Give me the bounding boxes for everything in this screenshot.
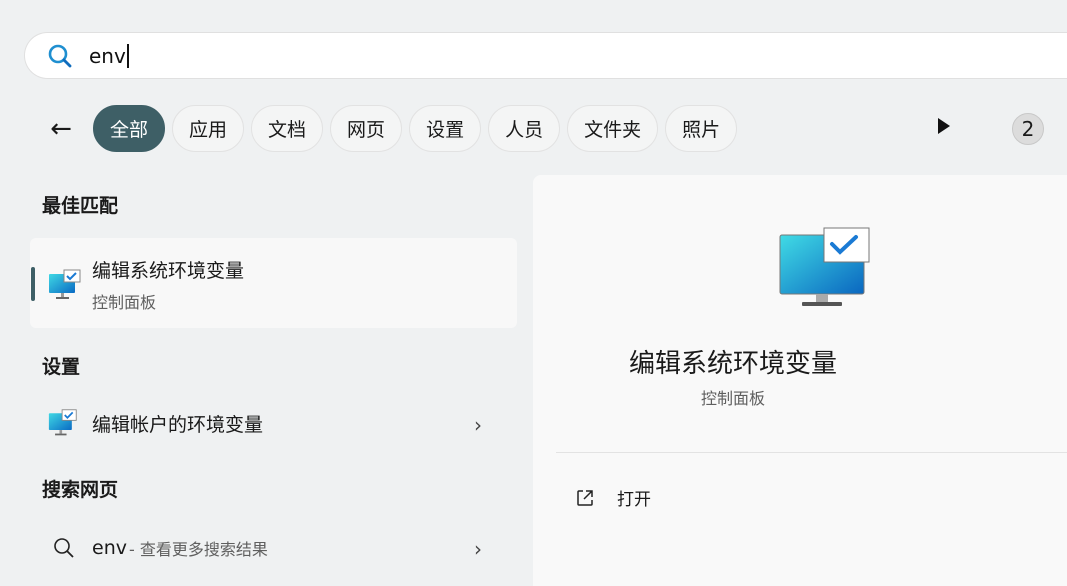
- detail-title: 编辑系统环境变量: [628, 349, 837, 379]
- filter-tabs: 全部 应用 文档 网页 设置 人员 文件夹 照片: [93, 105, 738, 152]
- best-match-heading: 最佳匹配: [42, 195, 119, 217]
- tab-people[interactable]: 人员: [488, 105, 561, 152]
- monitor-check-large-icon: [779, 227, 870, 306]
- tab-folders[interactable]: 文件夹: [567, 105, 659, 152]
- back-arrow-icon[interactable]: ←: [44, 112, 78, 146]
- settings-result-item[interactable]: 编辑帐户的环境变量: [48, 408, 263, 438]
- search-input[interactable]: env: [89, 43, 129, 68]
- monitor-check-icon: [48, 409, 77, 436]
- tab-documents[interactable]: 文档: [251, 105, 324, 152]
- monitor-check-icon: [49, 269, 81, 299]
- web-query-suffix: - 查看更多搜索结果: [128, 540, 268, 559]
- result-count-badge[interactable]: 2: [1012, 113, 1044, 145]
- tab-web[interactable]: 网页: [330, 105, 403, 152]
- search-box[interactable]: env: [24, 32, 1067, 79]
- chevron-right-icon[interactable]: ›: [474, 537, 482, 561]
- search-icon: [48, 44, 72, 67]
- open-label: 打开: [617, 490, 651, 510]
- open-external-icon: [577, 489, 593, 506]
- settings-heading: 设置: [42, 356, 81, 378]
- tab-settings[interactable]: 设置: [409, 105, 482, 152]
- search-icon: [54, 538, 74, 558]
- best-match-subtitle: 控制面板: [92, 293, 157, 312]
- tab-photos[interactable]: 照片: [665, 105, 738, 152]
- web-search-item[interactable]: env - 查看更多搜索结果: [52, 536, 268, 560]
- settings-result-label: 编辑帐户的环境变量: [92, 413, 264, 436]
- divider: [556, 452, 1067, 453]
- web-search-heading: 搜索网页: [42, 479, 119, 501]
- tab-apps[interactable]: 应用: [172, 105, 245, 152]
- tab-all[interactable]: 全部: [93, 105, 166, 152]
- detail-subtitle: 控制面板: [700, 389, 765, 408]
- web-query: env: [92, 537, 127, 559]
- more-filters-play-icon[interactable]: [938, 118, 950, 134]
- open-action[interactable]: 打开: [575, 485, 651, 510]
- selection-indicator: [31, 267, 35, 301]
- detail-panel: 编辑系统环境变量 控制面板: [533, 175, 1067, 586]
- chevron-right-icon[interactable]: ›: [474, 413, 482, 437]
- best-match-title: 编辑系统环境变量: [92, 260, 245, 282]
